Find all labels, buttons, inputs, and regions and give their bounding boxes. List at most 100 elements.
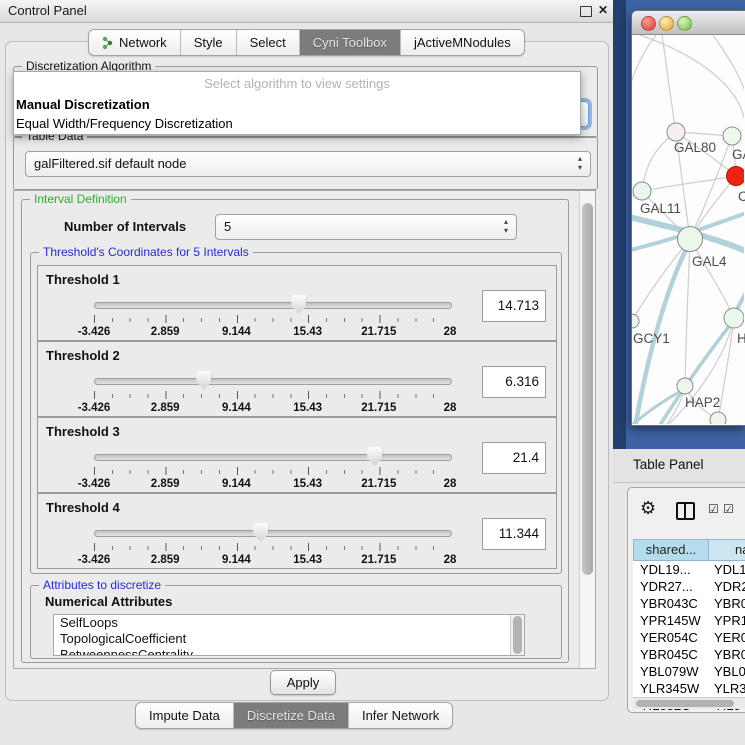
- slider-thumb[interactable]: [367, 447, 382, 466]
- screen: Control Panel ✕ Network Style Select Cyn…: [0, 0, 745, 745]
- gear-icon[interactable]: ⚙: [640, 498, 656, 519]
- table-cell[interactable]: YBR0: [714, 646, 745, 663]
- tick-label: 28: [444, 326, 457, 338]
- table-cell[interactable]: YBL0: [714, 663, 745, 680]
- scrollbar-thumb[interactable]: [582, 203, 593, 575]
- close-icon[interactable]: ✕: [598, 3, 608, 17]
- threshold-3-slider[interactable]: -3.426 2.859 9.144 15.43 21.715 28: [94, 454, 450, 484]
- menu-item-equal-width-frequency[interactable]: Equal Width/Frequency Discretization: [14, 114, 580, 133]
- slider-track[interactable]: [94, 378, 452, 385]
- tab-cyni-toolbox[interactable]: Cyni Toolbox: [300, 30, 401, 55]
- slider-thumb[interactable]: [196, 371, 211, 390]
- slider-ticks: [94, 315, 451, 323]
- node-label-gal80: GAL80: [674, 140, 716, 155]
- list-scrollbar[interactable]: [510, 615, 524, 655]
- scrollbar-thumb[interactable]: [513, 616, 522, 654]
- table-cell[interactable]: YBR0: [714, 595, 745, 612]
- list-item[interactable]: TopologicalCoefficient: [54, 631, 524, 647]
- network-window-titlebar[interactable]: [632, 11, 745, 35]
- threshold-1-slider[interactable]: -3.426 2.859 9.144 15.43 21.715 28: [94, 302, 450, 332]
- node-hap2[interactable]: [677, 378, 693, 394]
- menu-item-manual-discretization[interactable]: Manual Discretization: [14, 95, 580, 114]
- tick-label: 2.859: [151, 554, 180, 566]
- tab-jactivemnodules[interactable]: jActiveMNodules: [401, 30, 524, 55]
- threshold-2-value-field[interactable]: 6.316: [482, 366, 546, 398]
- table-cell[interactable]: YDR27...: [640, 578, 701, 595]
- table-cell[interactable]: YDL19...: [640, 561, 701, 578]
- threshold-4-slider[interactable]: -3.426 2.859 9.144 15.43 21.715 28: [94, 530, 450, 560]
- slider-thumb[interactable]: [253, 523, 268, 542]
- table-cell[interactable]: YER054C: [640, 629, 701, 646]
- tick-label: 21.715: [361, 478, 396, 490]
- threshold-4-value-field[interactable]: 11.344: [482, 518, 546, 550]
- list-item[interactable]: BetweennessCentrality: [54, 647, 524, 656]
- table-cell[interactable]: YLR3: [714, 680, 745, 697]
- table-cell[interactable]: YDR2: [714, 578, 745, 595]
- settings-vertical-scrollbar[interactable]: [579, 191, 595, 668]
- num-intervals-combo[interactable]: 5 ▴▾: [215, 214, 517, 240]
- node-partial[interactable]: [710, 412, 726, 424]
- threshold-3-value-field[interactable]: 21.4: [482, 442, 546, 474]
- combo-stepper-icon[interactable]: ▴▾: [501, 217, 511, 235]
- slider-thumb[interactable]: [291, 295, 306, 314]
- table-cell[interactable]: YLR345W: [640, 680, 701, 697]
- desktop-edge: [613, 0, 626, 452]
- node-label-h-partial: HA: [737, 331, 745, 346]
- node-gal11[interactable]: [633, 182, 651, 200]
- slider-track[interactable]: [94, 302, 452, 309]
- interval-definition-group: Interval Definition Number of Intervals …: [21, 199, 569, 663]
- minimize-traffic-light-icon[interactable]: [659, 16, 674, 31]
- node-gal4[interactable]: [678, 227, 703, 252]
- node-gcy1[interactable]: [632, 314, 639, 328]
- tick-label: 21.715: [361, 402, 396, 414]
- checkbox-icon[interactable]: ☑: [723, 502, 734, 516]
- num-intervals-value: 5: [224, 215, 231, 239]
- tab-select[interactable]: Select: [237, 30, 300, 55]
- table-cell[interactable]: YER0: [714, 629, 745, 646]
- slider-ticks: [94, 543, 451, 551]
- tick-label: 9.144: [222, 554, 251, 566]
- combo-stepper-icon[interactable]: ▴▾: [575, 154, 585, 172]
- tab-impute-label: Impute Data: [149, 703, 220, 728]
- tab-discretize-data[interactable]: Discretize Data: [234, 703, 349, 728]
- threshold-1-value-field[interactable]: 14.713: [482, 290, 546, 322]
- node-label-gcy1: GCY1: [633, 331, 670, 346]
- float-window-icon[interactable]: [580, 6, 592, 17]
- threshold-3-label: Threshold 3: [46, 424, 120, 439]
- scrollbar-thumb[interactable]: [636, 700, 734, 707]
- column-header-name[interactable]: na: [708, 539, 745, 561]
- apply-button[interactable]: Apply: [270, 670, 336, 695]
- close-traffic-light-icon[interactable]: [641, 16, 656, 31]
- network-view-window: GAL80 GA C GAL11 GAL4 GCY1 HA HAP2: [631, 10, 745, 426]
- threshold-4-label: Threshold 4: [46, 500, 120, 515]
- table-cell[interactable]: YDL1: [714, 561, 745, 578]
- tab-infer-network[interactable]: Infer Network: [349, 703, 452, 728]
- slider-track[interactable]: [94, 530, 452, 537]
- column-header-shared[interactable]: shared...: [633, 539, 709, 561]
- node-h[interactable]: [724, 308, 744, 328]
- table-cell[interactable]: YPR145W: [640, 612, 701, 629]
- threshold-2-label: Threshold 2: [46, 348, 120, 363]
- tab-style[interactable]: Style: [181, 30, 237, 55]
- list-item[interactable]: SelfLoops: [54, 615, 524, 631]
- slider-track[interactable]: [94, 454, 452, 461]
- table-cell[interactable]: YBR045C: [640, 646, 701, 663]
- slider-ticks: [94, 467, 451, 475]
- table-data-combo[interactable]: galFiltered.sif default node ▴▾: [25, 151, 591, 177]
- threshold-2-slider[interactable]: -3.426 2.859 9.144 15.43 21.715 28: [94, 378, 450, 408]
- network-canvas[interactable]: GAL80 GA C GAL11 GAL4 GCY1 HA HAP2: [632, 35, 745, 425]
- node-gal80[interactable]: [667, 123, 685, 141]
- table-horizontal-scrollbar[interactable]: [633, 697, 745, 709]
- table-cell[interactable]: YPR1: [714, 612, 745, 629]
- table-cell[interactable]: YBR043C: [640, 595, 701, 612]
- attributes-group: Attributes to discretize Numerical Attri…: [30, 585, 562, 659]
- zoom-traffic-light-icon[interactable]: [677, 16, 692, 31]
- tick-label: -3.426: [78, 478, 111, 490]
- checkbox-icon[interactable]: ☑: [708, 502, 719, 516]
- columns-icon[interactable]: [676, 502, 695, 520]
- node-gal[interactable]: [723, 127, 741, 145]
- tab-impute-data[interactable]: Impute Data: [136, 703, 234, 728]
- tab-network[interactable]: Network: [89, 30, 181, 55]
- node-selected-red[interactable]: [727, 167, 745, 186]
- table-cell[interactable]: YBL079W: [640, 663, 701, 680]
